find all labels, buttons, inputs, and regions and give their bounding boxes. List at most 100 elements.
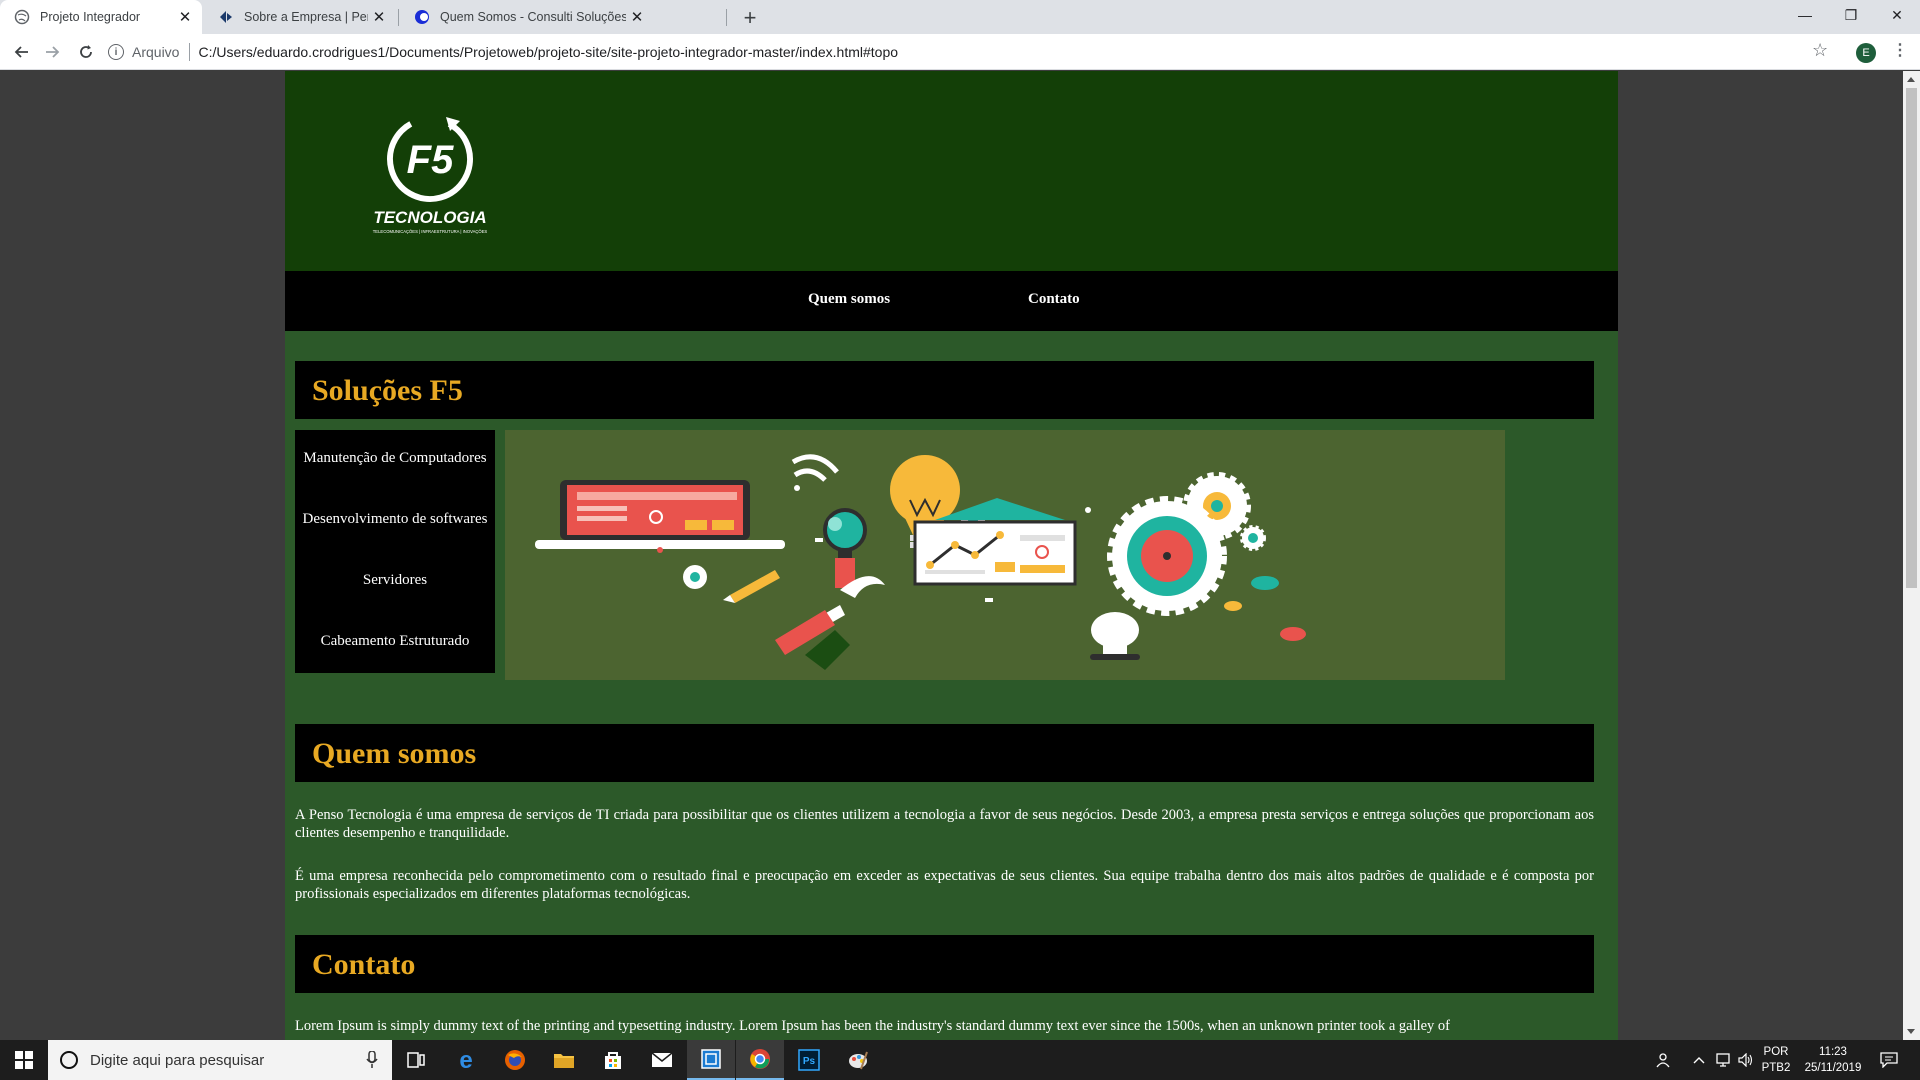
logo-main: F5 [407, 138, 454, 182]
close-tab-icon[interactable]: ✕ [626, 6, 648, 28]
consulti-logo-icon [414, 9, 430, 25]
quem-somos-paragraph-2: É uma empresa reconhecida pelo compromet… [295, 868, 1594, 902]
info-icon[interactable]: i [108, 44, 124, 60]
address-scheme-label: Arquivo [132, 44, 180, 60]
back-arrow-icon [14, 46, 28, 58]
profile-avatar[interactable]: E [1856, 43, 1876, 63]
bookmark-star-icon[interactable]: ☆ [1812, 40, 1828, 61]
taskbar-search-box[interactable]: Digite aqui para pesquisar [48, 1040, 392, 1080]
reload-button[interactable] [72, 38, 100, 66]
chrome-icon[interactable] [736, 1040, 784, 1080]
file-explorer-icon[interactable] [540, 1040, 588, 1080]
service-item-desenvolvimento[interactable]: Desenvolvimento de softwares [295, 511, 495, 528]
f5-logo[interactable]: F5 TECNOLOGIA TELECOMUNICAÇÕES | INFRAES… [358, 111, 508, 241]
logo-word: TECNOLOGIA [373, 208, 486, 227]
microphone-icon [366, 1051, 378, 1068]
service-item-servidores[interactable]: Servidores [295, 572, 495, 589]
close-tab-icon[interactable]: ✕ [174, 6, 196, 28]
keyboard-layout: PTB2 [1761, 1062, 1791, 1074]
quem-somos-paragraph-1: A Penso Tecnologia é uma empresa de serv… [295, 807, 1594, 841]
laptop-icon [535, 480, 785, 553]
minimize-button[interactable]: — [1782, 0, 1828, 30]
page-scrollbar[interactable] [1903, 71, 1920, 1040]
back-button[interactable] [8, 38, 36, 66]
scrollbar-thumb[interactable] [1906, 88, 1917, 588]
svg-text:e: e [459, 1049, 472, 1071]
clock-time: 11:23 [1819, 1046, 1847, 1058]
address-divider [189, 43, 191, 61]
menu-kebab-icon[interactable]: ⋮ [1892, 40, 1908, 60]
robot-icon [1090, 612, 1140, 660]
wifi-icon [791, 454, 839, 491]
address-bar[interactable]: i Arquivo C:/Users/eduardo.crodrigues1/D… [108, 38, 1832, 66]
site-header: F5 TECNOLOGIA TELECOMUNICAÇÕES | INFRAES… [285, 71, 1618, 271]
wrench-icon [775, 576, 885, 670]
browser-tab-strip: Projeto Integrador ✕ Sobre a Empresa | P… [0, 0, 1920, 34]
globe-icon [14, 9, 30, 25]
start-button[interactable] [0, 1040, 48, 1080]
service-item-cabeamento[interactable]: Cabeamento Estruturado [295, 633, 495, 650]
language-code: POR [1763, 1046, 1789, 1058]
tab-penso-tecnologia[interactable]: Sobre a Empresa | Penso Tecnologia ✕ [204, 0, 396, 34]
pencil-icon [723, 570, 780, 603]
windows-taskbar: Digite aqui para pesquisar e Ps POR PTB2… [0, 1040, 1920, 1080]
forward-button[interactable] [38, 38, 66, 66]
address-url[interactable]: C:/Users/eduardo.crodrigues1/Documents/P… [198, 44, 898, 60]
tab-title: Quem Somos - Consulti Soluções [440, 10, 626, 24]
app-window-icon[interactable] [687, 1040, 735, 1080]
new-tab-button[interactable]: + [736, 4, 764, 32]
task-view-icon[interactable] [392, 1040, 440, 1080]
system-clock[interactable]: 11:23 25/11/2019 [1796, 1044, 1870, 1076]
windows-logo-icon [15, 1051, 33, 1069]
nav-link-quem-somos[interactable]: Quem somos [808, 291, 890, 308]
photoshop-icon[interactable]: Ps [785, 1040, 833, 1080]
section-heading: Quem somos [312, 737, 477, 770]
reload-icon [80, 45, 92, 58]
section-title-solucoes: Soluções F5 [295, 361, 1594, 419]
logo-tagline: TELECOMUNICAÇÕES | INFRAESTRUTURA | INOV… [373, 229, 488, 234]
notifications-icon[interactable] [1880, 1040, 1898, 1080]
close-tab-icon[interactable]: ✕ [368, 6, 390, 28]
tab-title: Projeto Integrador [40, 10, 141, 24]
tab-projeto-integrador[interactable]: Projeto Integrador ✕ [0, 0, 202, 34]
scroll-down-arrow-icon[interactable] [1907, 1029, 1915, 1034]
solutions-banner-illustration [505, 430, 1505, 680]
cortana-icon [60, 1051, 78, 1069]
page-viewport: F5 TECNOLOGIA TELECOMUNICAÇÕES | INFRAES… [0, 71, 1903, 1040]
edge-icon[interactable]: e [442, 1040, 490, 1080]
paint-icon[interactable] [834, 1040, 882, 1080]
close-window-button[interactable]: ✕ [1874, 0, 1920, 30]
forward-arrow-icon [46, 46, 60, 58]
penso-logo-icon [218, 9, 234, 25]
site-nav: Quem somos Contato [285, 271, 1618, 331]
input-language[interactable]: POR PTB2 [1760, 1044, 1792, 1076]
magnifier-icon [823, 508, 867, 588]
tab-separator [398, 9, 399, 26]
people-icon[interactable] [1656, 1040, 1674, 1080]
section-heading: Soluções F5 [312, 374, 463, 407]
restore-button[interactable]: ❐ [1828, 0, 1874, 30]
section-title-contato: Contato [295, 935, 1594, 993]
nav-link-contato[interactable]: Contato [1028, 291, 1080, 308]
store-icon[interactable] [589, 1040, 637, 1080]
scroll-up-arrow-icon[interactable] [1907, 77, 1915, 82]
gears-icon [1107, 472, 1266, 616]
browser-toolbar: i Arquivo C:/Users/eduardo.crodrigues1/D… [0, 34, 1920, 70]
contato-paragraph: Lorem Ipsum is simply dummy text of the … [295, 1018, 1451, 1034]
tab-consulti[interactable]: Quem Somos - Consulti Soluções ✕ [400, 0, 726, 34]
network-icon[interactable] [1714, 1040, 1732, 1080]
tab-separator [726, 9, 727, 26]
banner-graphic [535, 454, 1306, 670]
service-item-manutencao[interactable]: Manutenção de Computadores [295, 450, 495, 467]
mail-icon[interactable] [638, 1040, 686, 1080]
firefox-icon[interactable] [491, 1040, 539, 1080]
volume-icon[interactable] [1738, 1040, 1754, 1080]
section-title-quem-somos: Quem somos [295, 724, 1594, 782]
section-heading: Contato [312, 948, 416, 981]
site-container: F5 TECNOLOGIA TELECOMUNICAÇÕES | INFRAES… [285, 71, 1618, 1040]
clock-date: 25/11/2019 [1804, 1062, 1862, 1074]
search-placeholder: Digite aqui para pesquisar [90, 1051, 265, 1069]
svg-text:Ps: Ps [803, 1056, 816, 1067]
services-menu: Manutenção de Computadores Desenvolvimen… [295, 430, 495, 673]
chevron-up-icon[interactable] [1693, 1040, 1705, 1080]
